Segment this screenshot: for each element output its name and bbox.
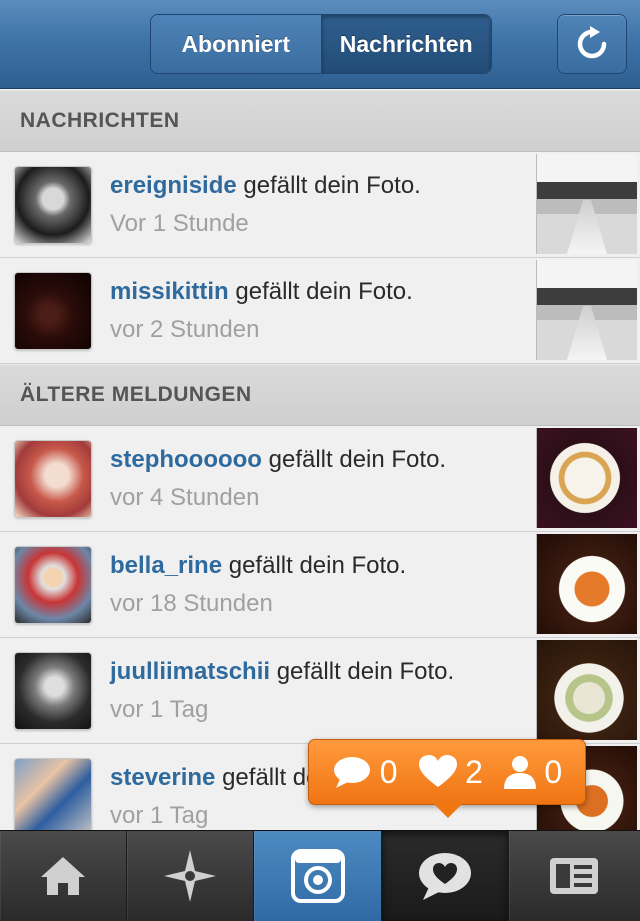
- home-icon: [41, 857, 86, 895]
- explore-icon: [164, 850, 217, 902]
- timestamp: vor 4 Stunden: [110, 484, 260, 511]
- username-link[interactable]: missikittin: [110, 278, 229, 305]
- avatar[interactable]: [14, 652, 92, 730]
- tab-home[interactable]: [0, 831, 128, 921]
- username-link[interactable]: steverine: [110, 764, 215, 791]
- timestamp: Vor 1 Stunde: [110, 210, 249, 237]
- refresh-button[interactable]: [557, 14, 627, 74]
- activity-count-popup[interactable]: 0 2 0: [308, 739, 586, 818]
- list-item[interactable]: missikittin gefällt dein Foto. vor 2 Stu…: [0, 258, 640, 364]
- person-icon: [504, 756, 537, 789]
- camera-icon: [290, 849, 345, 903]
- section-header-older: ÄLTERE MELDUNGEN: [0, 364, 640, 426]
- timestamp: vor 18 Stunden: [110, 590, 273, 617]
- bottom-tab-bar: [0, 830, 640, 921]
- like-count: 2: [419, 754, 483, 791]
- list-item[interactable]: stephoooooo gefällt dein Foto. vor 4 Stu…: [0, 426, 640, 532]
- list-item[interactable]: juulliimatschii gefällt dein Foto. vor 1…: [0, 638, 640, 744]
- list-item[interactable]: bella_rine gefällt dein Foto. vor 18 Stu…: [0, 532, 640, 638]
- like-count-value: 2: [465, 753, 483, 790]
- list-item[interactable]: ereigniside gefällt dein Foto. Vor 1 Stu…: [0, 152, 640, 258]
- photo-thumbnail[interactable]: [536, 534, 637, 634]
- activity-text: gefällt dein Foto.: [228, 278, 413, 305]
- top-bar: Abonniert Nachrichten: [0, 0, 640, 89]
- avatar[interactable]: [14, 166, 92, 244]
- comment-count-value: 0: [379, 753, 398, 790]
- comment-icon: [333, 757, 370, 788]
- username-link[interactable]: stephoooooo: [110, 446, 262, 473]
- follower-count: 0: [504, 754, 562, 791]
- follower-count-value: 0: [544, 753, 563, 790]
- news-icon: [418, 853, 471, 900]
- profile-icon: [550, 858, 599, 894]
- username-link[interactable]: ereigniside: [110, 172, 237, 199]
- activity-text: gefällt dein Foto.: [236, 172, 421, 199]
- timestamp: vor 1 Tag: [110, 802, 209, 829]
- section-header-news: NACHRICHTEN: [0, 90, 640, 152]
- avatar[interactable]: [14, 440, 92, 518]
- tab-profile[interactable]: [509, 831, 640, 921]
- refresh-icon: [577, 26, 607, 59]
- avatar[interactable]: [14, 546, 92, 624]
- activity-text: gefällt dein Foto.: [222, 552, 407, 579]
- photo-thumbnail[interactable]: [536, 428, 637, 528]
- tab-news[interactable]: Nachrichten: [320, 15, 491, 73]
- photo-thumbnail[interactable]: [536, 154, 637, 254]
- activity-text: gefällt dein Foto.: [261, 446, 447, 473]
- activity-text: gefällt dein Foto.: [270, 658, 455, 685]
- avatar[interactable]: [14, 758, 92, 836]
- username-link[interactable]: bella_rine: [110, 552, 222, 579]
- username-link[interactable]: juulliimatschii: [110, 658, 270, 685]
- tab-explore[interactable]: [127, 831, 255, 921]
- heart-icon: [419, 755, 458, 787]
- tab-news-activity[interactable]: [381, 831, 509, 921]
- comment-count: 0: [332, 754, 398, 791]
- feed-segmented-control: Abonniert Nachrichten: [150, 14, 492, 74]
- timestamp: vor 1 Tag: [110, 696, 209, 723]
- tab-camera[interactable]: [254, 831, 382, 921]
- photo-thumbnail[interactable]: [536, 640, 637, 740]
- avatar[interactable]: [14, 272, 92, 350]
- tab-following[interactable]: Abonniert: [151, 15, 321, 73]
- timestamp: vor 2 Stunden: [110, 316, 260, 343]
- photo-thumbnail[interactable]: [536, 260, 637, 360]
